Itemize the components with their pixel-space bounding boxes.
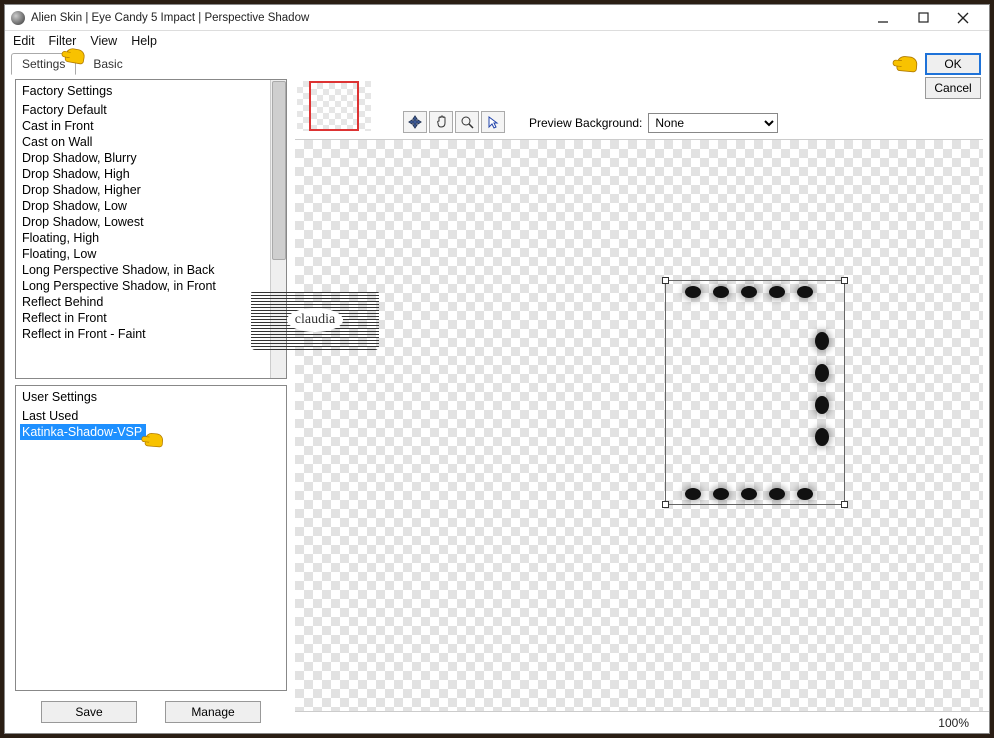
factory-header: Factory Settings [20, 82, 268, 102]
ok-button[interactable]: OK [925, 53, 981, 75]
status-bar: 100% [295, 711, 989, 733]
list-item[interactable]: Drop Shadow, Low [20, 198, 268, 214]
list-item[interactable]: Drop Shadow, Lowest [20, 214, 268, 230]
preview-object [815, 332, 829, 446]
resize-handle[interactable] [662, 277, 669, 284]
list-item[interactable]: Drop Shadow, High [20, 166, 268, 182]
list-item[interactable]: Factory Default [20, 102, 268, 118]
list-item-last-used[interactable]: Last Used [20, 408, 268, 424]
menu-edit[interactable]: Edit [13, 34, 35, 48]
resize-handle[interactable] [841, 501, 848, 508]
thumbnail-strip[interactable] [303, 77, 373, 135]
factory-settings-list[interactable]: Factory Settings Factory Default Cast in… [15, 79, 287, 379]
list-item[interactable]: Cast on Wall [20, 134, 268, 150]
pointer-tool-icon[interactable] [481, 111, 505, 133]
pointer-hand-icon [896, 55, 918, 72]
titlebar: Alien Skin | Eye Candy 5 Impact | Perspe… [5, 5, 989, 31]
list-item[interactable]: Drop Shadow, Blurry [20, 150, 268, 166]
menu-filter[interactable]: Filter [49, 34, 77, 48]
move-tool-icon[interactable] [403, 111, 427, 133]
tabs-row: Settings Basic OK Cancel [5, 51, 989, 75]
zoom-tool-icon[interactable] [455, 111, 479, 133]
list-item[interactable]: Drop Shadow, Higher [20, 182, 268, 198]
list-item[interactable]: Reflect in Front - Faint [20, 326, 268, 342]
list-item[interactable]: Floating, Low [20, 246, 268, 262]
preview-toolbar: Preview Background: None [295, 75, 989, 137]
preview-bg-select[interactable]: None [648, 113, 778, 133]
preview-object [685, 286, 813, 298]
list-item[interactable]: Floating, High [20, 230, 268, 246]
close-button[interactable] [943, 7, 983, 29]
list-item[interactable]: Reflect in Front [20, 310, 268, 326]
dialog-window: Alien Skin | Eye Candy 5 Impact | Perspe… [4, 4, 990, 734]
zoom-level: 100% [938, 716, 969, 730]
content-area: Factory Settings Factory Default Cast in… [5, 75, 989, 733]
list-item[interactable]: Cast in Front [20, 118, 268, 134]
window-title: Alien Skin | Eye Candy 5 Impact | Perspe… [31, 12, 309, 24]
maximize-button[interactable] [903, 7, 943, 29]
user-settings-list[interactable]: User Settings Last Used Katinka-Shadow-V… [15, 385, 287, 691]
preview-bg-label: Preview Background: [529, 116, 642, 130]
menu-bar: Edit Filter View Help [5, 31, 989, 51]
user-header: User Settings [20, 388, 268, 408]
list-item[interactable]: Long Perspective Shadow, in Back [20, 262, 268, 278]
window-controls [863, 7, 983, 29]
list-item-selected[interactable]: Katinka-Shadow-VSP [20, 424, 146, 440]
preview-background-control: Preview Background: None [529, 113, 778, 133]
resize-handle[interactable] [662, 501, 669, 508]
tab-basic[interactable]: Basic [82, 53, 133, 75]
list-item[interactable]: Long Perspective Shadow, in Front [20, 278, 268, 294]
list-item[interactable]: Reflect Behind [20, 294, 268, 310]
app-icon [11, 11, 25, 25]
scrollbar-thumb[interactable] [272, 81, 286, 260]
watermark: claudia [251, 290, 379, 350]
preview-canvas[interactable]: claudia [295, 139, 983, 711]
manage-button[interactable]: Manage [165, 701, 261, 723]
menu-help[interactable]: Help [131, 34, 157, 48]
minimize-button[interactable] [863, 7, 903, 29]
preview-pane: Preview Background: None claudia [295, 75, 989, 733]
menu-view[interactable]: View [90, 34, 117, 48]
hand-tool-icon[interactable] [429, 111, 453, 133]
resize-handle[interactable] [841, 277, 848, 284]
preview-object [685, 488, 813, 500]
settings-pane: Factory Settings Factory Default Cast in… [5, 75, 295, 733]
pointer-hand-icon [144, 432, 163, 447]
tool-buttons [403, 111, 505, 133]
save-button[interactable]: Save [41, 701, 137, 723]
settings-buttons: Save Manage [15, 697, 287, 727]
